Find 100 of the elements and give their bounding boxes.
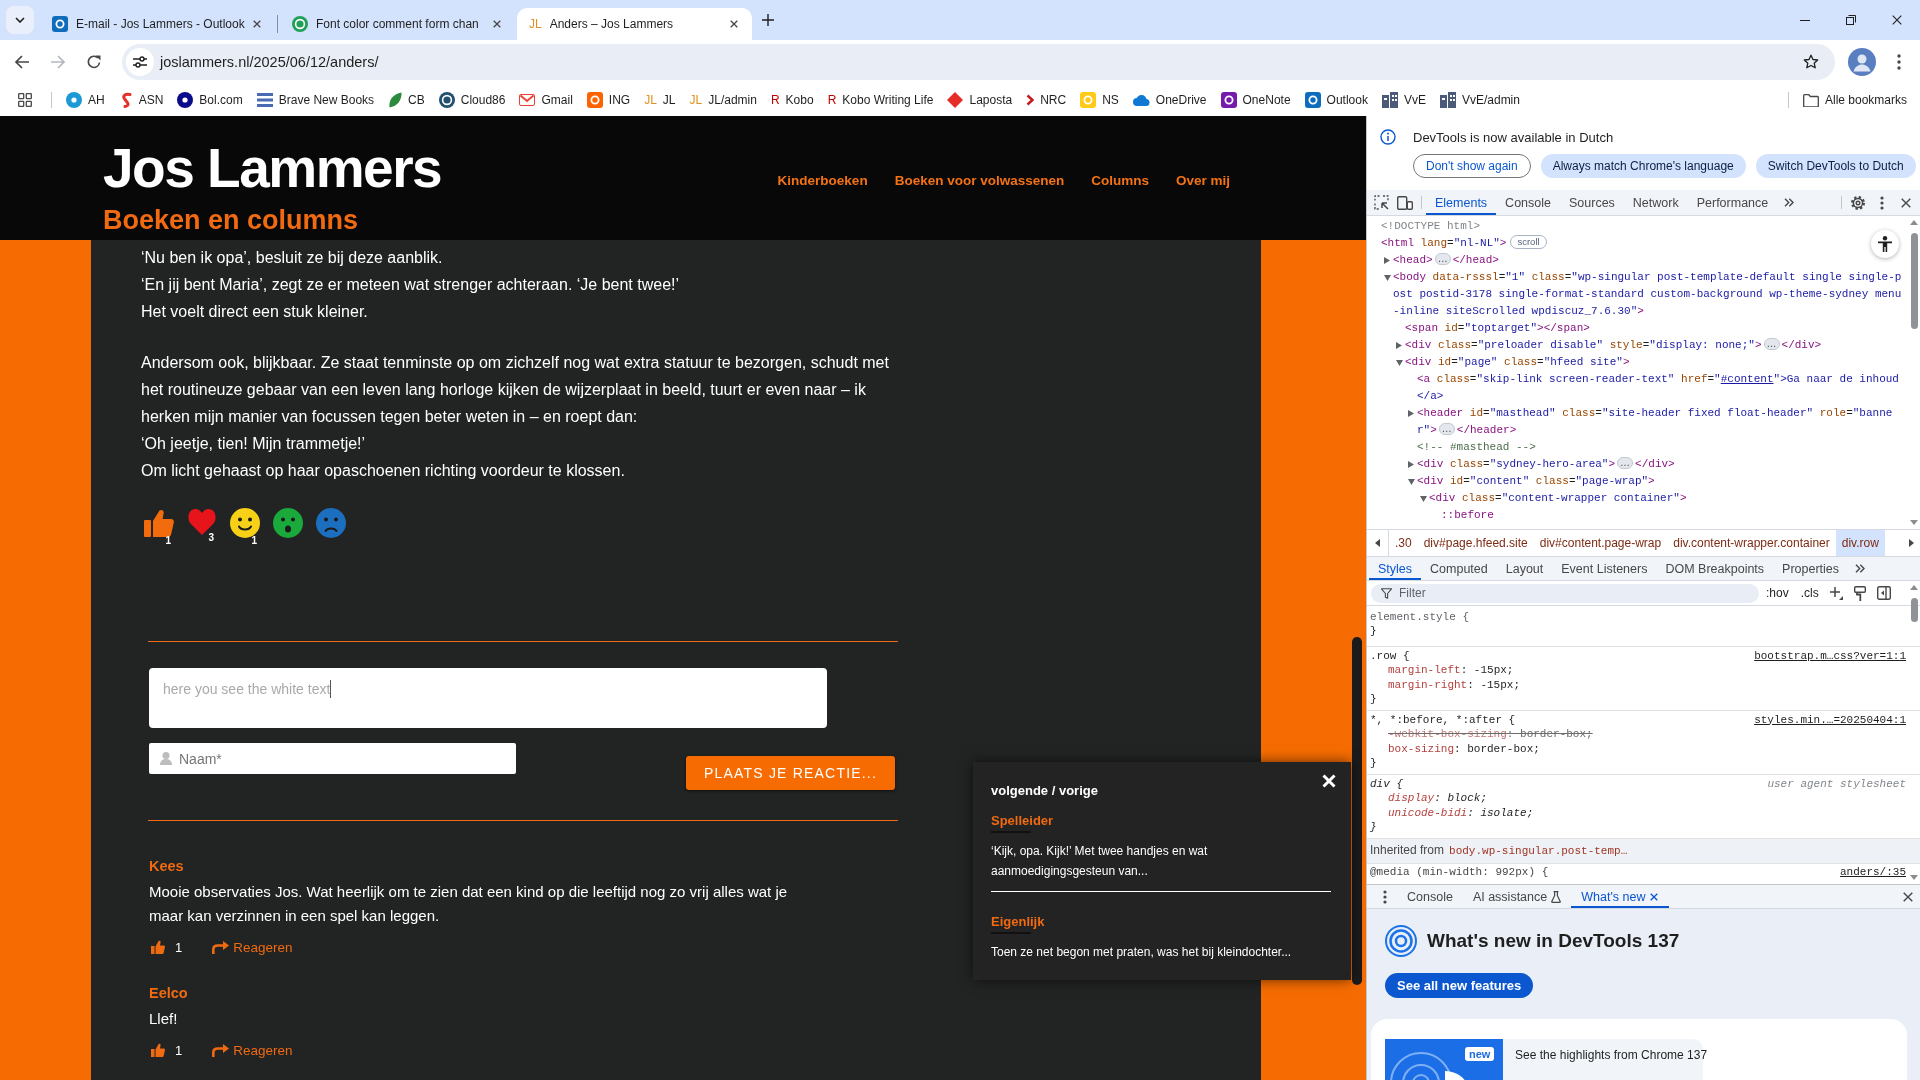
infobar-button[interactable]: Switch DevTools to Dutch <box>1755 154 1916 178</box>
style-toggle-button[interactable]: :hov <box>1761 583 1794 603</box>
panel-tab[interactable]: Console <box>1496 190 1560 215</box>
dom-node[interactable]: <html lang="nl-NL"> scroll <box>1369 235 1904 252</box>
nav-link[interactable]: Columns <box>1091 172 1149 190</box>
dom-node[interactable]: <header id="masthead" class="site-header fixed float-header" role="banner"> … </header> <box>1369 405 1904 439</box>
bookmark-link[interactable]: NS <box>1073 86 1126 114</box>
like-button[interactable]: 1 <box>149 939 183 955</box>
address-bar[interactable]: joslammers.nl/2025/06/12/anders/ <box>122 44 1835 80</box>
panel-tab[interactable]: Elements <box>1426 190 1497 215</box>
dom-node[interactable]: <!-- #masthead --> <box>1369 439 1904 456</box>
stylesheet-link[interactable]: bootstrap.m…css?ver=1:1 <box>1754 648 1906 663</box>
style-toggle-button[interactable]: .cls <box>1795 583 1824 603</box>
dom-node[interactable]: <!DOCTYPE html> <box>1369 218 1904 235</box>
sidebar-tab[interactable]: Layout <box>1496 557 1553 580</box>
bookmark-link[interactable]: Laposta <box>940 86 1020 114</box>
reaction-button[interactable]: 3 <box>187 508 217 546</box>
post-link[interactable]: Spelleider <box>991 812 1054 830</box>
sidebar-tab[interactable]: Event Listeners <box>1552 557 1657 580</box>
sidebar-tab[interactable]: Properties <box>1773 557 1849 580</box>
scrollbar-thumb[interactable] <box>1352 637 1362 985</box>
dom-node[interactable]: <a class="skip-link screen-reader-text" href="#content">Ga naar de inhoud</a> <box>1369 371 1904 405</box>
breadcrumb[interactable]: div.content-wrapper.container <box>1667 530 1836 556</box>
person-icon <box>1878 236 1892 252</box>
post-excerpt: ‘Kijk, opa. Kijk!’ Met twee handjes en wat aanmoedigingsgesteun van... <box>991 843 1209 880</box>
stylesheet-link[interactable]: styles.min.…=20250404:1 <box>1754 712 1906 727</box>
reaction-button[interactable]: 1 <box>230 508 260 546</box>
drawer-tab[interactable]: What's new <box>1571 885 1670 908</box>
bookmark-link[interactable]: ASN <box>111 86 171 114</box>
reply-link[interactable]: Reageren <box>212 1042 293 1058</box>
name-field[interactable]: Naam* <box>149 743 516 774</box>
breadcrumb[interactable]: div.row <box>1835 530 1885 556</box>
bookmark-link[interactable]: AH <box>59 86 112 114</box>
bookmark-link[interactable]: OneNote <box>1213 86 1298 114</box>
nav-link[interactable]: Over mij <box>1175 172 1230 190</box>
dom-node[interactable]: <body data-rsssl="1" class="wp-singular post-template-default single single-post postid-3178 single-format-standard custom-background wp-theme-sydney menu-inline siteScrolled wpdiscuz_7.6.30"> <box>1369 269 1904 320</box>
infobar-button[interactable]: Always match Chrome's language <box>1540 154 1746 178</box>
bookmark-link[interactable]: R Kobo <box>763 86 821 114</box>
bookmark-link[interactable]: OneDrive <box>1125 86 1214 114</box>
comment-text: Llef! <box>149 1009 178 1029</box>
dom-node[interactable]: ::before <box>1369 507 1904 524</box>
tab-list-button[interactable] <box>6 6 34 34</box>
bookmark-link[interactable]: Brave New Books <box>249 86 382 114</box>
bookmark-link[interactable]: CB <box>381 86 432 114</box>
browser-tab[interactable]: Font color comment form chan <box>280 8 515 40</box>
bookmark-link[interactable]: Bol.com <box>170 86 250 114</box>
expand-ellipsis-button[interactable]: … <box>1763 338 1780 350</box>
like-button[interactable]: 1 <box>149 1042 183 1058</box>
all-bookmarks-button[interactable]: Alle bookmarks <box>1795 86 1914 114</box>
dom-node[interactable]: <div class="preloader disable" style="display: none;"> … </div> <box>1369 337 1904 354</box>
site-info-button[interactable] <box>126 48 154 76</box>
expand-ellipsis-button[interactable]: … <box>1617 457 1634 469</box>
filter-field[interactable]: Filter <box>1371 583 1759 603</box>
stylesheet-link[interactable]: anders/:35 <box>1840 864 1906 879</box>
bookmark-link[interactable]: Outlook <box>1297 86 1375 114</box>
reaction-button[interactable]: 1 <box>144 508 174 546</box>
breadcrumb[interactable]: div#page.hfeed.site <box>1417 530 1534 556</box>
browser-tab[interactable]: JL Anders – Jos Lammers <box>517 8 752 40</box>
bookmark-link[interactable]: ING <box>579 86 638 114</box>
site-title[interactable]: Jos Lammers <box>103 139 442 197</box>
reply-link[interactable]: Reageren <box>212 939 293 955</box>
bookmark-link[interactable]: VvE <box>1374 86 1433 114</box>
scrollbar-thumb[interactable] <box>1910 233 1918 329</box>
dom-node[interactable]: <div class="content-wrapper container"> <box>1369 490 1904 507</box>
href-link[interactable]: #content <box>1720 373 1774 385</box>
nav-link[interactable]: Boeken voor volwassenen <box>894 172 1065 190</box>
bookmark-link[interactable]: R Kobo Writing Life <box>820 86 941 114</box>
bookmark-link[interactable]: JL JL <box>637 86 683 114</box>
sidebar-tab[interactable]: Styles <box>1369 557 1422 580</box>
panel-tab[interactable]: Sources <box>1560 190 1624 215</box>
sidebar-tab[interactable]: DOM Breakpoints <box>1656 557 1774 580</box>
scrollbar-thumb[interactable] <box>1910 598 1918 622</box>
chevron-down-icon <box>15 17 25 23</box>
post-link[interactable]: Eigenlijk <box>991 913 1045 931</box>
close-tab-button[interactable] <box>1649 891 1660 902</box>
drawer-tab[interactable]: AI assistance <box>1462 885 1572 908</box>
inherited-selector-link[interactable]: body.wp-singular.post-temp… <box>1449 844 1628 857</box>
dom-node[interactable]: <head> … </head> <box>1369 252 1904 269</box>
bookmark-link[interactable]: Gmail <box>512 86 580 114</box>
expand-ellipsis-button[interactable]: … <box>1434 253 1451 265</box>
bookmark-link[interactable]: JL JL/admin <box>682 86 764 114</box>
nav-link[interactable]: Kinderboeken <box>777 172 868 190</box>
breadcrumb[interactable]: .30 <box>1389 530 1418 556</box>
panel-tab[interactable]: Performance <box>1687 190 1778 215</box>
breadcrumb[interactable]: div#content.page-wrap <box>1533 530 1668 556</box>
dom-node[interactable]: <span id="toptarget"></span> <box>1369 320 1904 337</box>
bookmark-link[interactable]: Cloud86 <box>431 86 513 114</box>
accessibility-tree-button[interactable] <box>1871 230 1899 258</box>
see-all-features-button[interactable]: See all new features <box>1385 973 1534 998</box>
sidebar-tab[interactable]: Computed <box>1421 557 1497 580</box>
browser-tab[interactable]: E-mail - Jos Lammers - Outlook <box>40 8 275 40</box>
profile-button[interactable] <box>1848 48 1876 76</box>
panel-tab[interactable]: Network <box>1623 190 1688 215</box>
dom-node[interactable]: <div id="content" class="page-wrap"> <box>1369 473 1904 490</box>
bookmark-link[interactable]: VvE/admin <box>1432 86 1527 114</box>
drawer-tab[interactable]: Console <box>1397 885 1463 908</box>
dom-node[interactable]: <div id="page" class="hfeed site"> <box>1369 354 1904 371</box>
dom-node[interactable]: <div class="sydney-hero-area"> … </div> <box>1369 456 1904 473</box>
expand-ellipsis-button[interactable]: … <box>1438 423 1455 435</box>
bookmark-link[interactable]: NRC <box>1019 86 1074 114</box>
